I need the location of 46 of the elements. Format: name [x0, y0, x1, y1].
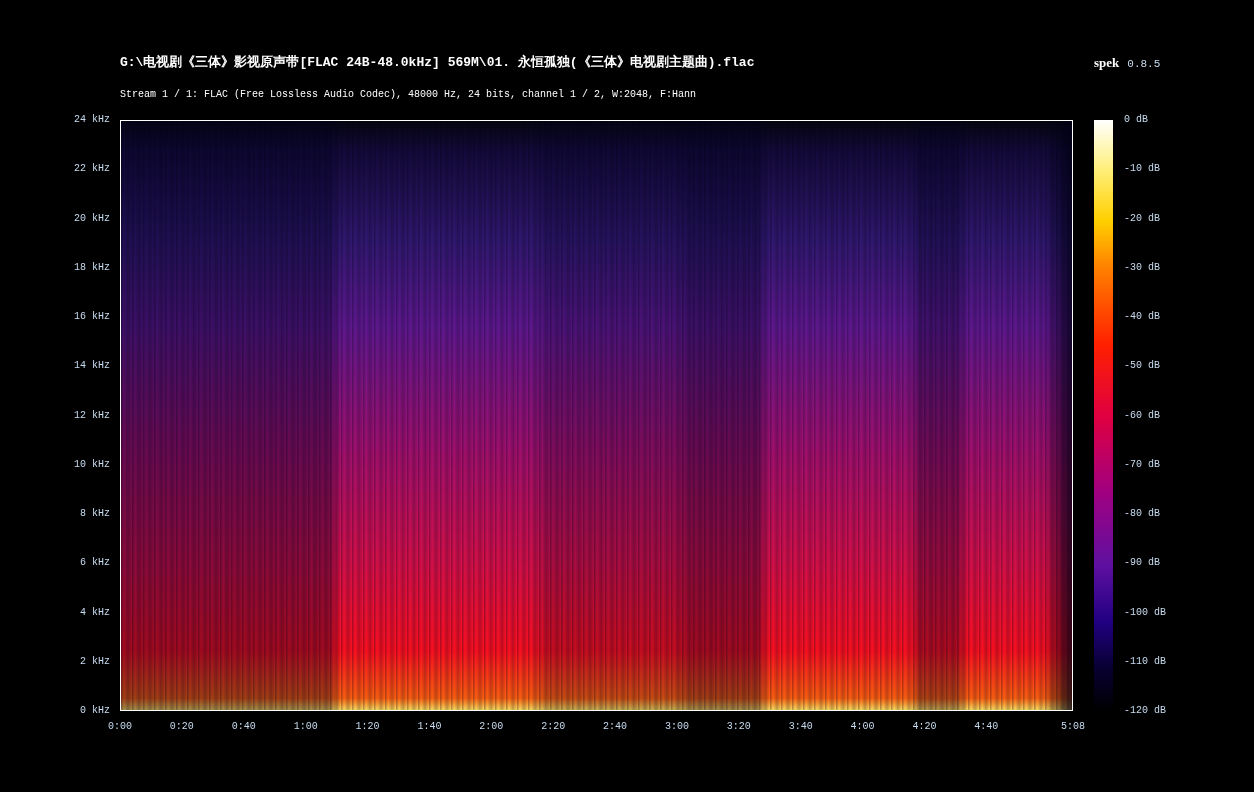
time-tick-label: 1:00 — [293, 720, 318, 734]
time-tick-label: 1:40 — [417, 720, 442, 734]
time-tick-label: 0:00 — [108, 720, 132, 734]
time-tick-label: 0:20 — [169, 720, 194, 734]
decibel-tick-label: -80 dB — [1124, 507, 1160, 521]
decibel-tick-label: -40 dB — [1124, 310, 1160, 324]
app-version: 0.8.5 — [1127, 57, 1161, 72]
frequency-tick-label: 6 kHz — [80, 556, 110, 571]
time-tick-label: 3:40 — [788, 720, 813, 734]
frequency-tick-label: 12 kHz — [74, 408, 110, 423]
frequency-tick-label: 18 kHz — [74, 260, 110, 275]
time-tick-label: 2:40 — [603, 720, 628, 734]
frequency-tick-label: 20 kHz — [74, 211, 110, 226]
decibel-tick-label: -100 dB — [1124, 605, 1166, 620]
frequency-tick-label: 2 kHz — [80, 654, 110, 669]
time-tick-label: 1:20 — [355, 720, 380, 734]
time-tick-label: 5:08 — [1061, 720, 1085, 734]
time-tick-label: 0:40 — [231, 720, 256, 734]
time-tick-label: 4:00 — [850, 720, 875, 734]
decibel-tick-label: -50 dB — [1124, 359, 1160, 374]
decibel-tick-label: -60 dB — [1124, 408, 1160, 423]
frequency-tick-label: 4 kHz — [80, 605, 110, 620]
file-path-title: G:\电视剧《三体》影视原声带[FLAC 24B-48.0kHz] 569M\01. 永恒孤独(《三体》电视剧主题曲).flac — [120, 53, 755, 72]
frequency-tick-label: 16 kHz — [74, 310, 110, 324]
decibel-tick-label: -10 dB — [1124, 162, 1160, 177]
time-tick-label: 3:00 — [664, 720, 689, 734]
time-tick-label: 2:00 — [479, 720, 504, 734]
decibel-tick-label: -20 dB — [1124, 211, 1160, 226]
decibel-tick-label: -120 dB — [1124, 704, 1166, 718]
decibel-tick-label: 0 dB — [1124, 113, 1148, 127]
frequency-tick-label: 8 kHz — [80, 507, 110, 521]
frequency-tick-label: 22 kHz — [74, 162, 110, 177]
time-tick-label: 4:20 — [912, 720, 937, 734]
decibel-tick-label: -110 dB — [1124, 654, 1166, 669]
decibel-tick-label: -30 dB — [1124, 260, 1160, 275]
decibel-tick-label: -70 dB — [1124, 457, 1160, 472]
frequency-tick-label: 10 kHz — [74, 457, 110, 472]
frequency-tick-label: 0 kHz — [80, 704, 110, 718]
time-tick-label: 2:20 — [541, 720, 566, 734]
time-tick-label: 4:40 — [974, 720, 999, 734]
frequency-tick-label: 24 kHz — [74, 113, 110, 127]
frequency-tick-label: 14 kHz — [74, 359, 110, 374]
stream-info: Stream 1 / 1: FLAC (Free Lossless Audio Codec), 48000 Hz, 24 bits, channel 1 / 2, W:2048, F:Hann — [120, 88, 697, 102]
time-tick-label: 3:20 — [726, 720, 751, 734]
decibel-tick-label: -90 dB — [1124, 556, 1160, 571]
app-name: spek — [1094, 54, 1120, 72]
